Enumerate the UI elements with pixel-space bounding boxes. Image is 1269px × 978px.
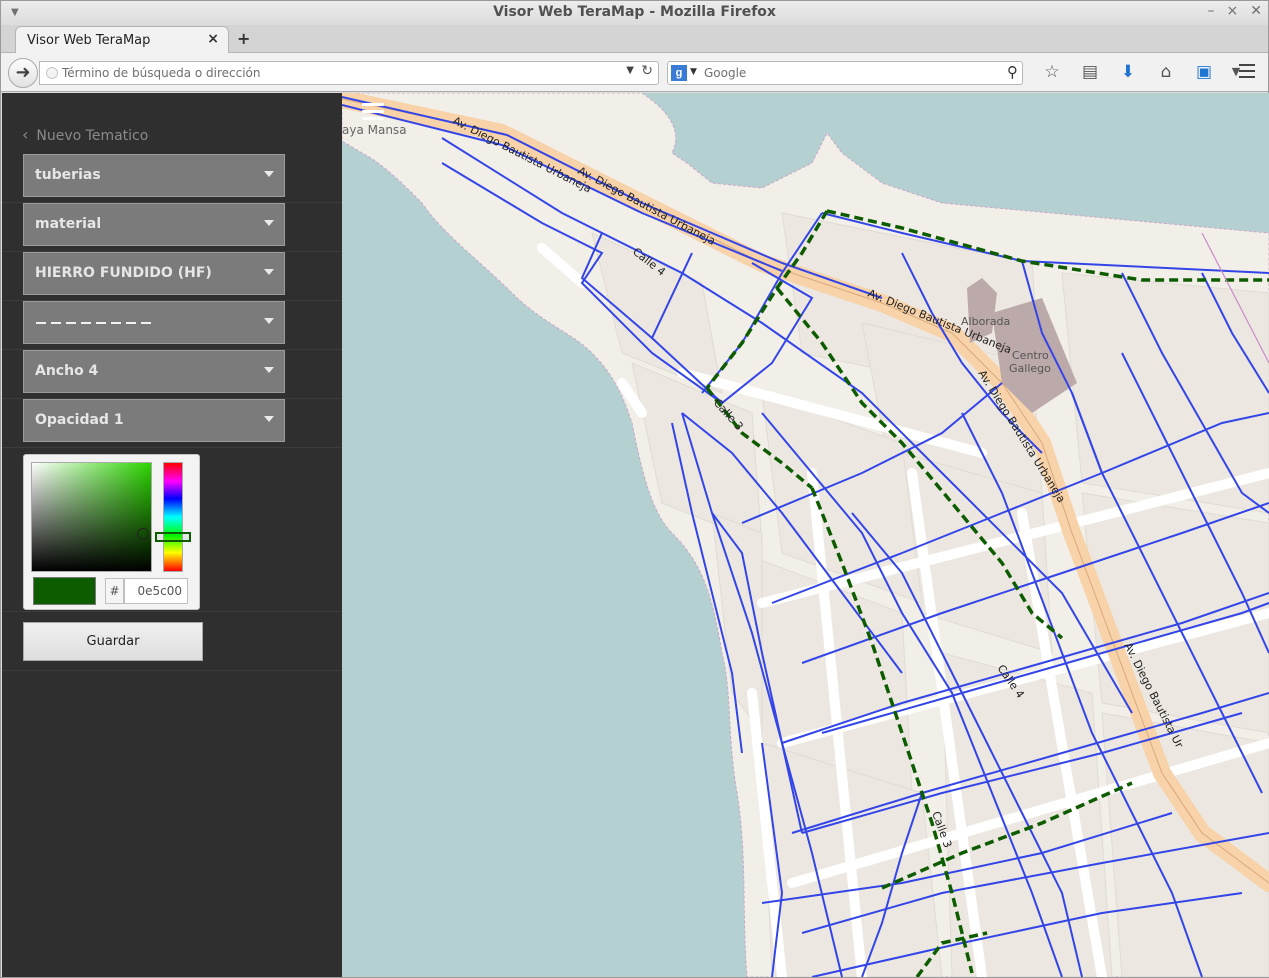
title-bar: ▼ Visor Web TeraMap - Mozilla Firefox – … <box>1 1 1268 25</box>
value-select-row: HIERRO FUNDIDO (HF) <box>2 252 342 301</box>
field-select[interactable]: material <box>23 203 285 246</box>
save-row: Guardar <box>2 611 342 671</box>
map-view[interactable]: aya Mansa Av. Diego Bautista Urbaneja Av… <box>342 93 1269 977</box>
line-style-select-row <box>2 301 342 350</box>
bookmark-star-icon[interactable]: ☆ <box>1033 61 1071 85</box>
window-title: Visor Web TeraMap - Mozilla Firefox <box>493 4 776 20</box>
tab-label: Visor Web TeraMap <box>27 33 151 48</box>
url-bar[interactable]: ▼ ↻ <box>39 61 659 85</box>
line-style-select[interactable] <box>23 301 285 344</box>
tab-visor-web-teramap[interactable]: Visor Web TeraMap × <box>15 26 229 53</box>
caret-down-icon <box>264 269 274 275</box>
hex-color-input[interactable] <box>124 578 188 604</box>
search-icon[interactable]: ⚲ <box>1007 63 1018 81</box>
caret-down-icon <box>264 416 274 422</box>
map-canvas[interactable]: aya Mansa Av. Diego Bautista Urbaneja Av… <box>342 93 1269 977</box>
caret-down-icon <box>264 318 274 324</box>
saturation-value-area[interactable] <box>31 462 152 572</box>
menu-icon[interactable] <box>1239 64 1255 82</box>
label-alborada: Alborada <box>961 315 1010 328</box>
reload-icon[interactable]: ↻ <box>641 63 653 79</box>
back-arrow-icon: ➜ <box>15 62 31 83</box>
value-select[interactable]: HIERRO FUNDIDO (HF) <box>23 252 285 295</box>
caret-down-icon <box>264 367 274 373</box>
browser-window: ▼ Visor Web TeraMap - Mozilla Firefox – … <box>0 0 1269 978</box>
hue-handle[interactable] <box>155 532 191 542</box>
new-tab-icon[interactable]: + <box>237 29 250 48</box>
width-select[interactable]: Ancho 4 <box>23 350 285 393</box>
window-menu-icon[interactable]: ▼ <box>11 7 19 18</box>
field-select-row: material <box>2 203 342 252</box>
value-select-value: HIERRO FUNDIDO (HF) <box>35 265 212 281</box>
map-menu-icon[interactable] <box>362 103 384 124</box>
minimize-button[interactable]: – <box>1208 3 1215 19</box>
navigation-toolbar: ➜ ▼ ↻ g ▼ ⚲ ☆ ▤ ⬇ ⌂ ▣ ▼ <box>1 53 1268 92</box>
width-select-row: Ancho 4 <box>2 350 342 399</box>
caret-down-icon <box>264 220 274 226</box>
layer-select-value: tuberias <box>35 167 101 183</box>
hex-hash-label: # <box>105 578 124 604</box>
page-content: ‹ Nuevo Tematico tuberias material HIERRO… <box>2 93 1269 977</box>
opacity-select-row: Opacidad 1 <box>2 399 342 448</box>
label-playa-mansa: aya Mansa <box>342 123 407 137</box>
hue-slider[interactable] <box>163 462 183 572</box>
label-gallego: Gallego <box>1009 362 1051 375</box>
bookmarks-list-icon[interactable]: ▤ <box>1071 61 1109 85</box>
dashed-line-icon <box>36 322 154 324</box>
width-select-value: Ancho 4 <box>35 363 99 379</box>
search-input[interactable] <box>704 64 994 82</box>
color-picker: # <box>23 454 200 610</box>
back-button[interactable]: ➜ <box>8 58 38 88</box>
url-input[interactable] <box>62 64 622 82</box>
tab-bar: Visor Web TeraMap × + <box>1 25 1268 53</box>
tab-close-icon[interactable]: × <box>207 31 219 47</box>
home-icon[interactable]: ⌂ <box>1147 61 1185 85</box>
sidebar-title: Nuevo Tematico <box>36 128 149 144</box>
layer-select[interactable]: tuberias <box>23 154 285 197</box>
window-controls: – × ✕ <box>1208 3 1262 19</box>
maximize-button[interactable]: × <box>1227 3 1239 19</box>
opacity-select[interactable]: Opacidad 1 <box>23 399 285 442</box>
engine-dropdown-icon[interactable]: ▼ <box>690 67 697 77</box>
saturation-handle[interactable] <box>137 528 149 540</box>
search-bar[interactable]: g ▼ ⚲ <box>667 61 1023 85</box>
globe-icon <box>46 67 58 79</box>
toolbar-icons: ☆ ▤ ⬇ ⌂ ▣ ▼ <box>1033 61 1249 85</box>
close-window-button[interactable]: ✕ <box>1250 3 1262 19</box>
label-centro: Centro <box>1012 349 1049 362</box>
google-engine-icon[interactable]: g <box>671 65 687 81</box>
opacity-select-value: Opacidad 1 <box>35 412 124 428</box>
field-select-value: material <box>35 216 102 232</box>
save-button[interactable]: Guardar <box>23 622 203 661</box>
thematic-sidebar: ‹ Nuevo Tematico tuberias material HIERRO… <box>2 93 342 977</box>
layer-select-row: tuberias <box>2 154 342 203</box>
download-icon[interactable]: ⬇ <box>1109 61 1147 85</box>
back-to-thematics-link[interactable]: ‹ Nuevo Tematico <box>22 125 148 144</box>
url-history-dropdown-icon[interactable]: ▼ <box>626 65 634 76</box>
color-swatch <box>33 577 96 605</box>
addon-icon[interactable]: ▣ <box>1185 61 1223 85</box>
chevron-left-icon: ‹ <box>22 125 29 144</box>
caret-down-icon <box>264 171 274 177</box>
